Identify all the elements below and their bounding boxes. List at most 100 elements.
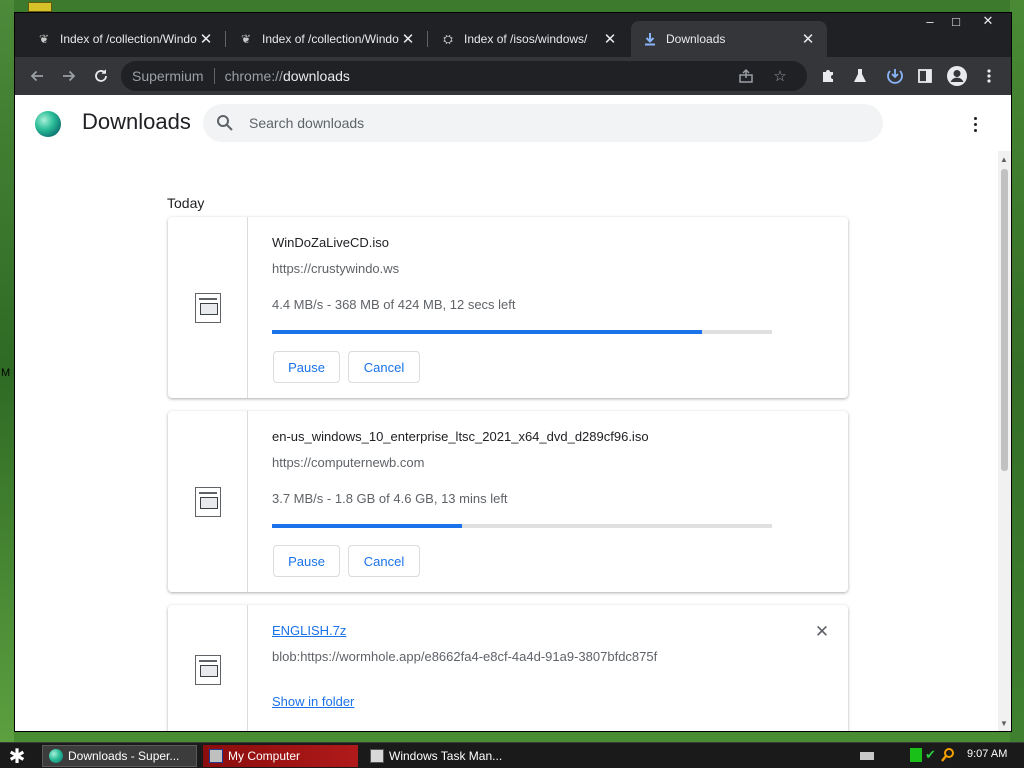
safe-remove-tray-icon[interactable]: ✔ [925, 748, 937, 762]
file-icon [195, 487, 221, 517]
browser-name-label: Supermium [132, 68, 204, 84]
download-progress-bar [272, 524, 772, 528]
page-scrollbar[interactable]: ▲ ▼ [998, 151, 1011, 731]
downloads-page: Downloads ▲ ▼ Today WinDoZaLiveCD.iso ht… [15, 95, 1011, 731]
download-status: 3.7 MB/s - 1.8 GB of 4.6 GB, 13 mins lef… [272, 491, 508, 506]
search-tray-icon[interactable] [941, 747, 955, 763]
tab-separator [427, 31, 428, 47]
tab-strip: ❦ Index of /collection/Windows ✕ ❦ Index… [15, 13, 1011, 57]
file-name-link[interactable]: ENGLISH.7z [272, 623, 346, 638]
address-bar[interactable]: Supermium chrome://downloads ☆ [121, 61, 807, 91]
scroll-up-arrow-icon[interactable]: ▲ [1000, 155, 1008, 164]
network-tray-icon[interactable] [910, 748, 922, 762]
forward-icon[interactable] [54, 61, 84, 91]
taskbar-item-my-computer[interactable]: My Computer [203, 745, 358, 767]
tab-close-icon[interactable]: ✕ [399, 30, 417, 48]
labs-flask-icon[interactable] [845, 61, 875, 91]
computer-app-icon [209, 749, 223, 763]
taskbar-item-task-manager[interactable]: Windows Task Man... [364, 745, 519, 767]
tab-close-icon[interactable]: ✕ [197, 30, 215, 48]
bookmark-star-icon[interactable]: ☆ [769, 65, 791, 87]
downloads-header: Downloads [15, 95, 1011, 151]
share-icon[interactable] [735, 65, 757, 87]
progress-fill [272, 524, 462, 528]
remove-from-list-icon[interactable]: ✕ [813, 622, 831, 641]
file-icon-column [168, 411, 248, 592]
tab-title: Downloads [666, 32, 726, 46]
tab-index-collection-1[interactable]: ❦ Index of /collection/Windows ✕ [25, 21, 225, 57]
file-icon-column [168, 605, 248, 731]
file-icon [195, 293, 221, 323]
extensions-icon[interactable] [813, 61, 843, 91]
desktop-wallpaper-right [1010, 0, 1024, 742]
profile-avatar-icon[interactable] [942, 61, 972, 91]
browser-menu-icon[interactable] [974, 61, 1004, 91]
taskbar-clock: 9:07 AM [967, 748, 1008, 760]
leaf-favicon-icon: ❦ [38, 32, 50, 46]
tab-index-isos[interactable]: ⛭ Index of /isos/windows/ ✕ [429, 21, 629, 57]
file-source-url[interactable]: blob:https://wormhole.app/e8662fa4-e8cf-… [272, 649, 657, 664]
download-progress-bar [272, 330, 772, 334]
date-section-label: Today [167, 195, 205, 211]
search-input[interactable] [249, 115, 809, 131]
url-scheme: chrome:// [224, 68, 283, 84]
side-panel-icon[interactable] [910, 61, 940, 91]
desktop-edge-label: M [1, 367, 11, 379]
taskbar-item-downloads[interactable]: Downloads - Super... [42, 745, 197, 767]
taskbar-item-label: Windows Task Man... [389, 749, 503, 763]
download-item: WinDoZaLiveCD.iso https://crustywindo.ws… [168, 217, 848, 398]
start-button-icon[interactable]: ✱ [6, 745, 28, 768]
keyboard-tray-icon[interactable] [860, 752, 874, 760]
url-text[interactable]: chrome://downloads [225, 68, 350, 84]
close-window-icon[interactable]: ✕ [975, 13, 1001, 29]
page-title: Downloads [82, 109, 191, 134]
desktop-folder-icon[interactable] [28, 2, 52, 12]
cancel-button[interactable]: Cancel [348, 351, 420, 383]
scroll-down-arrow-icon[interactable]: ▼ [1000, 719, 1008, 728]
tab-title: Index of /collection/Windows [262, 32, 399, 46]
url-host: downloads [282, 68, 350, 84]
pause-button[interactable]: Pause [273, 545, 340, 577]
download-item: ENGLISH.7z ✕ blob:https://wormhole.app/e… [168, 605, 848, 731]
taskbar-item-label: My Computer [228, 749, 301, 763]
file-icon-column [168, 217, 248, 398]
maximize-icon[interactable]: □ [943, 13, 969, 29]
file-source-url[interactable]: https://computernewb.com [272, 455, 424, 470]
network-favicon-icon: ⛭ [443, 31, 453, 46]
show-in-folder-link[interactable]: Show in folder [272, 694, 354, 709]
tab-close-icon[interactable]: ✕ [799, 30, 817, 48]
pause-button[interactable]: Pause [273, 351, 340, 383]
supermium-logo-icon [35, 111, 61, 137]
downloads-toolbar-icon[interactable] [880, 61, 910, 91]
search-box[interactable] [203, 104, 883, 142]
taskbar: ✱ Downloads - Super... My Computer Windo… [0, 742, 1024, 768]
more-actions-icon[interactable] [965, 112, 985, 136]
browser-window: ❦ Index of /collection/Windows ✕ ❦ Index… [14, 12, 1012, 732]
file-name: en-us_windows_10_enterprise_ltsc_2021_x6… [272, 429, 649, 444]
minimize-icon[interactable]: – [917, 13, 943, 29]
tab-title: Index of /isos/windows/ [464, 32, 588, 46]
scrollbar-thumb[interactable] [1001, 169, 1008, 471]
omnibox-separator [213, 68, 215, 84]
tab-index-collection-2[interactable]: ❦ Index of /collection/Windows ✕ [227, 21, 427, 57]
task-manager-app-icon [370, 749, 384, 763]
back-icon[interactable] [22, 61, 52, 91]
search-icon [215, 113, 235, 133]
tab-downloads[interactable]: Downloads ✕ [631, 21, 827, 57]
download-status: 4.4 MB/s - 368 MB of 424 MB, 12 secs lef… [272, 297, 516, 312]
browser-toolbar: Supermium chrome://downloads ☆ [15, 57, 1011, 95]
file-icon [195, 655, 221, 685]
file-source-url[interactable]: https://crustywindo.ws [272, 261, 399, 276]
taskbar-item-label: Downloads - Super... [68, 749, 180, 763]
reload-icon[interactable] [86, 61, 116, 91]
supermium-app-icon [49, 749, 63, 763]
tab-title: Index of /collection/Windows [60, 32, 197, 46]
download-favicon-icon [643, 32, 657, 46]
progress-fill [272, 330, 702, 334]
file-name: WinDoZaLiveCD.iso [272, 235, 390, 250]
tab-close-icon[interactable]: ✕ [601, 30, 619, 48]
cancel-button[interactable]: Cancel [348, 545, 420, 577]
tab-separator [225, 31, 226, 47]
leaf-favicon-icon: ❦ [240, 32, 252, 46]
download-item: en-us_windows_10_enterprise_ltsc_2021_x6… [168, 411, 848, 592]
